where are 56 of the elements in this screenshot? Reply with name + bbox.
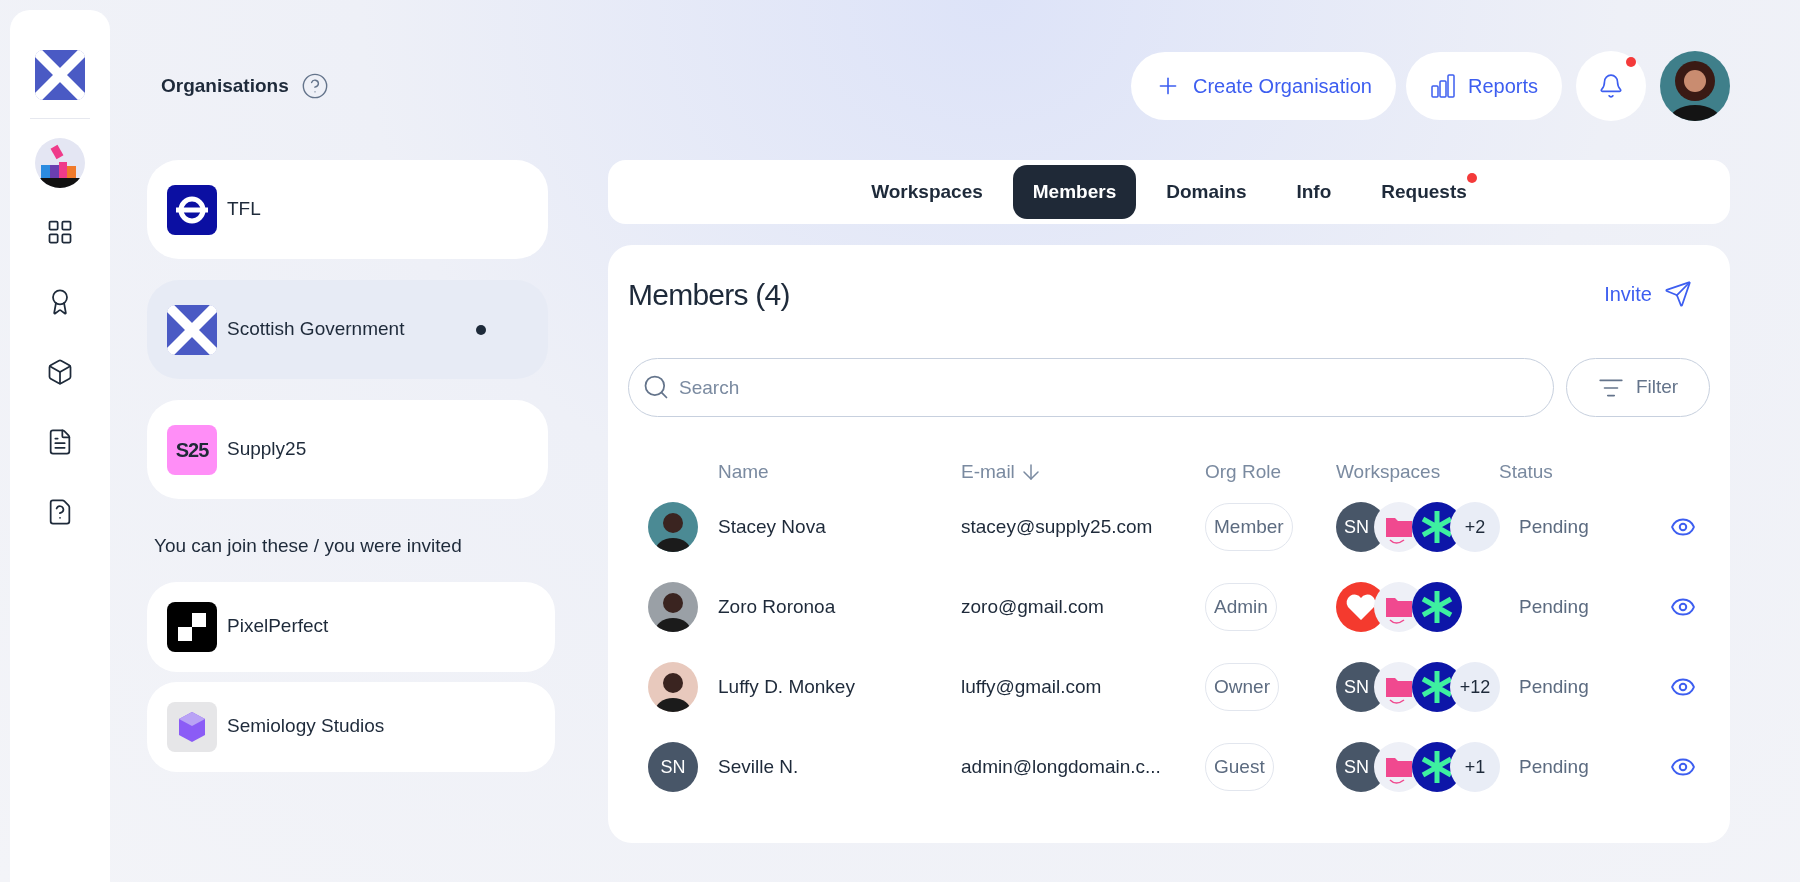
tab[interactable]: Requests — [1361, 165, 1487, 219]
organisation-name: Supply25 — [227, 437, 308, 462]
column-header[interactable]: E-mail — [961, 457, 1205, 487]
send-icon — [1664, 280, 1692, 308]
organisation-name: Semiology Studios — [227, 714, 385, 739]
member-email: stacey@supply25.com — [961, 514, 1154, 539]
grid-icon[interactable] — [46, 218, 74, 246]
tab[interactable]: Members — [1012, 165, 1137, 219]
search-icon — [642, 373, 670, 401]
members-title: Members (4) — [628, 276, 790, 313]
tab[interactable]: Info — [1276, 165, 1352, 219]
status-text: Pending — [1518, 514, 1590, 539]
organisation-name: Scottish Government — [227, 317, 406, 342]
page-title: Organisations — [161, 73, 289, 98]
invite-button[interactable]: Invite — [1604, 279, 1692, 309]
invites-heading: You can join these / you were invited — [153, 534, 463, 558]
checker-logo-icon — [167, 601, 217, 652]
invite-item[interactable]: Semiology Studios — [147, 681, 555, 772]
tab[interactable]: Domains — [1146, 165, 1267, 219]
invite-item[interactable]: PixelPerfect — [147, 581, 555, 672]
organisation-name: PixelPerfect — [227, 614, 329, 639]
column-header: Org Role — [1205, 459, 1283, 484]
member-name: Seville N. — [718, 754, 800, 779]
more-count: +1 — [1450, 742, 1500, 792]
saltire-logo-icon — [35, 50, 85, 100]
more-count: +12 — [1450, 662, 1500, 712]
organisation-item[interactable]: TFL — [147, 160, 548, 259]
create-organisation-button[interactable]: Create Organisation — [1131, 52, 1396, 120]
organisation-name: TFL — [227, 197, 262, 222]
bar-chart-icon — [1429, 73, 1456, 99]
roundel-logo-icon — [167, 184, 217, 235]
saltire-logo-icon — [167, 304, 217, 355]
search-field[interactable]: Search — [628, 358, 1554, 417]
status-text: Pending — [1518, 674, 1590, 699]
organisation-item[interactable]: S25 Supply25 — [147, 400, 548, 499]
column-header: Status — [1499, 459, 1554, 484]
cube-logo-icon — [167, 701, 217, 752]
tab[interactable]: Workspaces — [851, 165, 1003, 219]
help-icon[interactable] — [300, 72, 329, 100]
member-email: zoro@gmail.com — [961, 594, 1105, 619]
more-count: +2 — [1450, 502, 1500, 552]
status-text: Pending — [1518, 594, 1590, 619]
bell-icon — [1598, 73, 1624, 99]
member-email: luffy@gmail.com — [961, 674, 1103, 699]
initials-avatar: SN — [648, 742, 698, 792]
cube-icon[interactable] — [46, 358, 74, 386]
reports-button[interactable]: Reports — [1405, 52, 1562, 120]
member-email: admin@longdomain.c... — [961, 754, 1162, 779]
column-header: Name — [718, 459, 770, 484]
member-name: Luffy D. Monkey — [718, 674, 856, 699]
member-name: Stacey Nova — [718, 514, 827, 539]
s25-logo: S25 — [167, 424, 217, 475]
organisation-item[interactable]: Scottish Government — [147, 280, 548, 379]
asterisk-icon — [1412, 582, 1462, 632]
member-name: Zoro Roronoa — [718, 594, 837, 619]
status-text: Pending — [1518, 754, 1590, 779]
